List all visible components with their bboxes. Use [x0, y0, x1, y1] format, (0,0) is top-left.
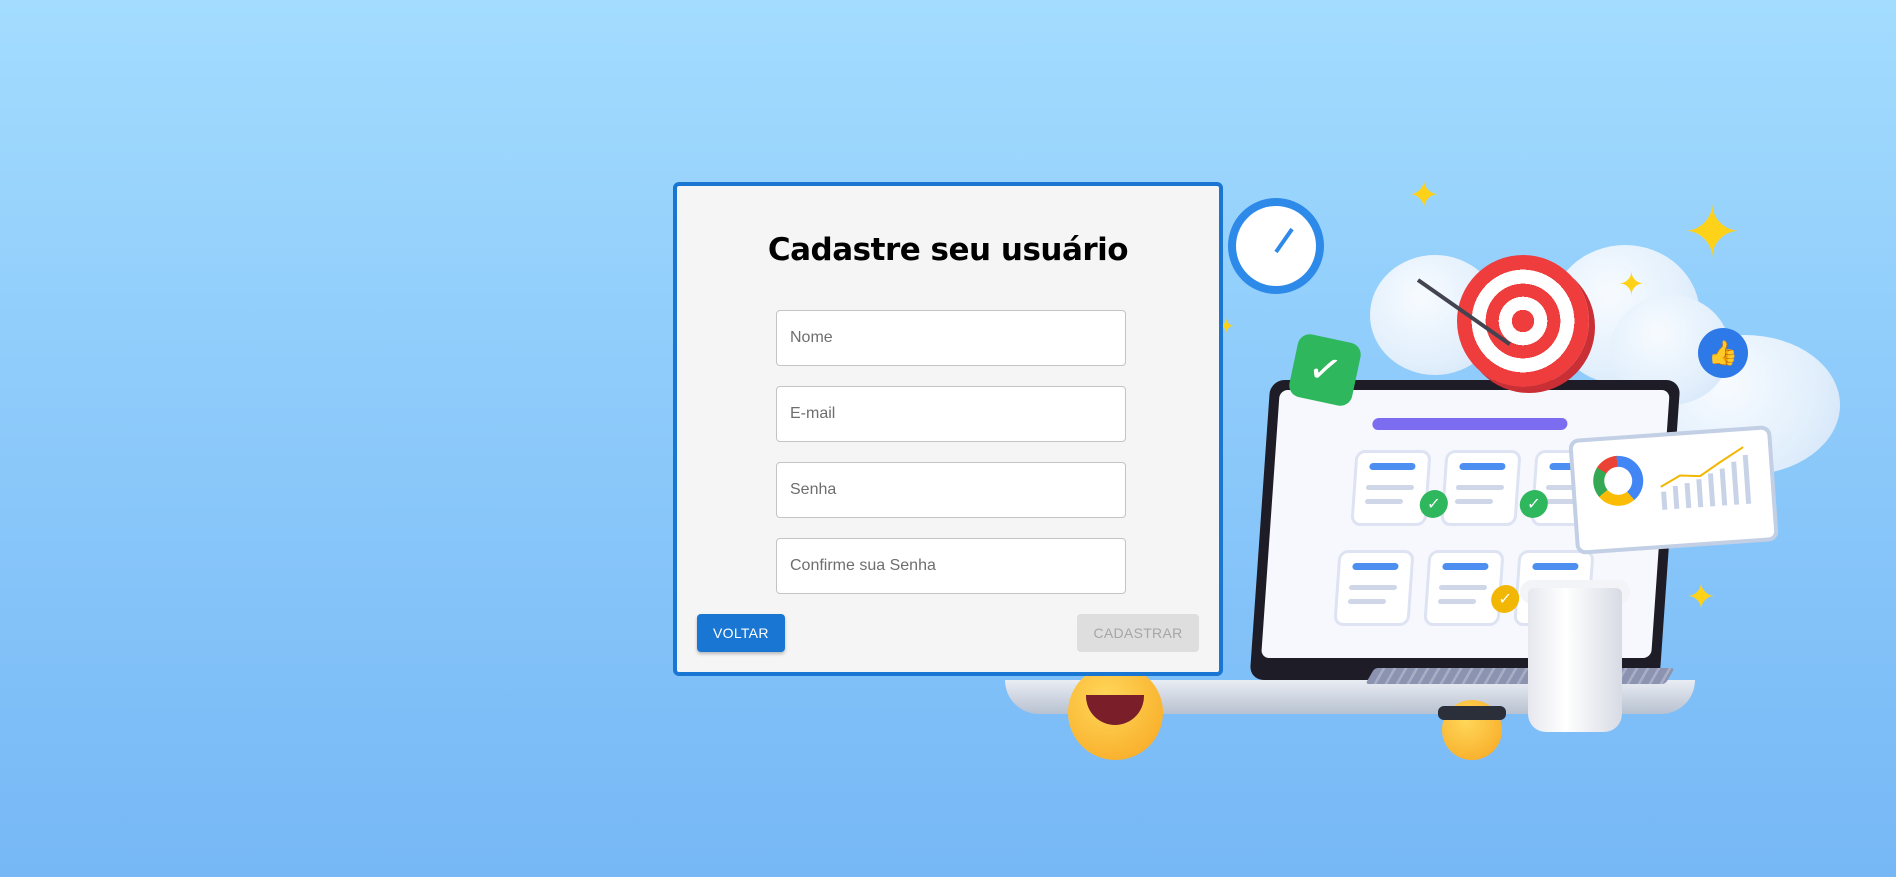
name-input[interactable]: [776, 310, 1126, 366]
thumbs-up-icon: 👍: [1698, 328, 1748, 378]
screen-card: [1423, 550, 1505, 626]
confirm-password-input[interactable]: [776, 538, 1126, 594]
screen-header-bar: [1371, 418, 1568, 430]
back-button[interactable]: VOLTAR: [697, 614, 785, 652]
sparkle-icon: ✦: [1682, 190, 1743, 274]
donut-chart-icon: [1591, 454, 1645, 508]
sparkle-icon: ✦: [1618, 265, 1645, 303]
form-title: Cadastre seu usuário: [767, 232, 1129, 268]
clock-icon: [1228, 198, 1324, 294]
sparkle-icon: ✦: [1686, 577, 1717, 618]
password-input[interactable]: [776, 462, 1126, 518]
screen-card: [1350, 450, 1432, 526]
screen-card: [1333, 550, 1415, 626]
laughing-emoji-icon: [1068, 665, 1163, 760]
email-input[interactable]: [776, 386, 1126, 442]
laptop-keyboard: [1365, 668, 1675, 684]
analytics-card: [1568, 425, 1779, 555]
coffee-cup-icon: [1528, 588, 1622, 732]
register-button[interactable]: CADASTRAR: [1077, 614, 1199, 652]
sparkle-icon: ✦: [1408, 173, 1440, 217]
bar-chart-icon: [1660, 446, 1752, 510]
check-icon: ✓: [1287, 332, 1363, 408]
sunglasses-emoji-icon: [1438, 700, 1506, 760]
screen-card: [1440, 450, 1522, 526]
register-form-card: Cadastre seu usuário VOLTAR CADASTRAR: [673, 182, 1223, 676]
